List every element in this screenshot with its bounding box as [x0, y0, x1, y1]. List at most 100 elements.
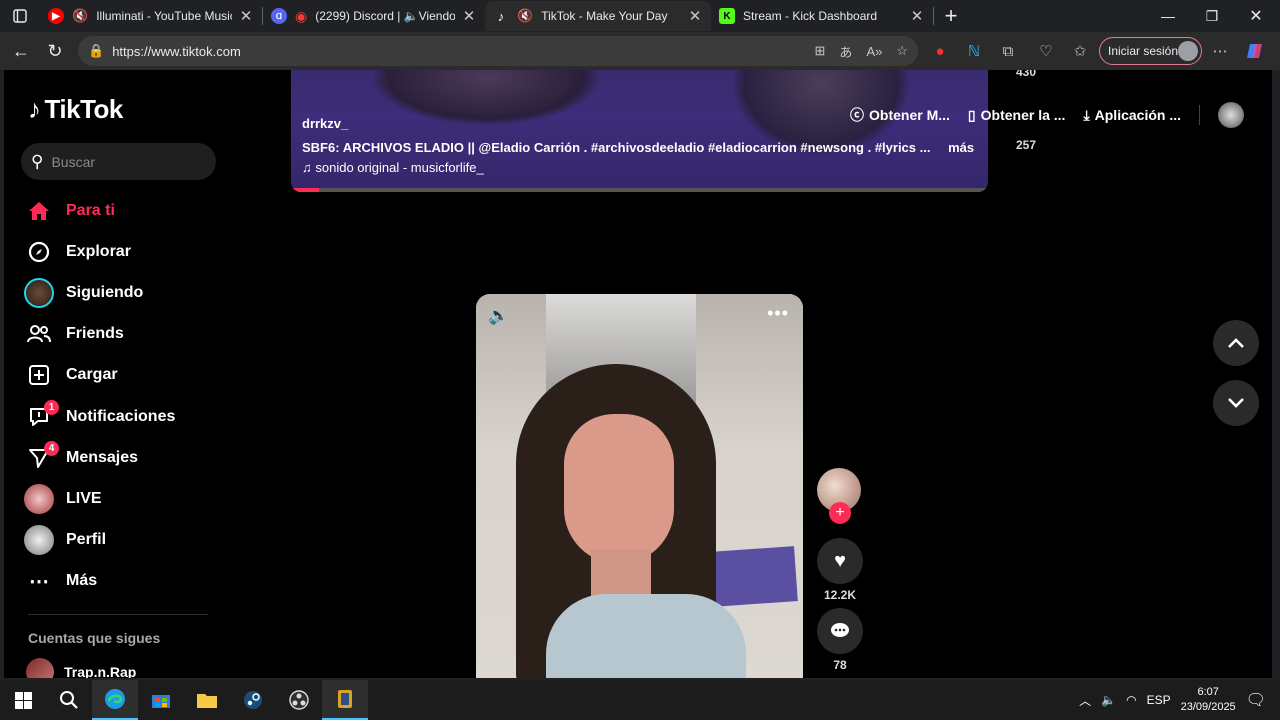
sidebar-item-label: Friends [66, 325, 124, 343]
browser-essentials-icon[interactable]: ♡ [1032, 36, 1060, 66]
language-indicator[interactable]: ESP [1147, 693, 1171, 707]
follow-plus-icon[interactable]: + [829, 502, 851, 524]
search-icon[interactable]: ⚲ [31, 152, 43, 172]
tiktok-logo[interactable]: ♪ TikTok [28, 94, 123, 125]
sidebar-item-siguiendo[interactable]: Siguiendo [24, 272, 224, 313]
divider [1199, 105, 1200, 125]
following-account[interactable]: Trap.n.Rap [26, 658, 136, 678]
muted-audio-icon[interactable]: 🔇 [517, 8, 533, 24]
new-tab-button[interactable]: + [934, 3, 968, 29]
close-tab-icon[interactable]: ✕ [909, 7, 925, 25]
notification-badge: 1 [44, 399, 59, 415]
translate-icon[interactable]: あ [839, 42, 852, 61]
sidebar-item-friends[interactable]: Friends [24, 314, 224, 355]
steam-icon[interactable] [230, 680, 276, 720]
sign-in-button[interactable]: Iniciar sesión [1099, 37, 1202, 65]
get-app-button[interactable]: ▯ Obtener la ... [968, 107, 1066, 124]
share-count: 430 [1015, 70, 1037, 79]
tiktok-note-icon: ♪ [28, 94, 41, 124]
tab-discord[interactable]: ᗡ ◉ (2299) Discord | 🔈Viendo S ✕ [263, 1, 485, 31]
coin-icon: ⓒ [850, 107, 864, 123]
next-video-button[interactable] [1213, 380, 1259, 426]
favorites-icon[interactable]: ✩ [1066, 36, 1094, 66]
tiktok-icon: ♪ [497, 8, 505, 24]
video-sound[interactable]: ♫ sonido original - musicforlife_ [302, 160, 484, 175]
previous-video-button[interactable] [1213, 320, 1259, 366]
user-avatar[interactable] [1218, 102, 1244, 128]
extension-translate-icon[interactable]: ℕ [960, 36, 988, 66]
following-heading: Cuentas que sigues [28, 630, 161, 646]
settings-more-icon[interactable]: ⋯ [1206, 36, 1234, 66]
tab-tiktok[interactable]: ♪ 🔇 TikTok - Make Your Day ✕ [485, 1, 711, 31]
extensions-puzzle-icon[interactable]: ⧉ [994, 36, 1022, 66]
sidebar-item-label: Mensajes [66, 448, 139, 466]
copilot-icon[interactable] [1242, 36, 1270, 66]
download-app-button[interactable]: ⤓ Aplicación ... [1083, 107, 1181, 124]
youtube-music-icon: ▶ [48, 8, 64, 24]
more-icon: ⋯ [29, 570, 49, 593]
sidebar-item-mensajes[interactable]: 4 Mensajes [24, 437, 224, 478]
get-coins-button[interactable]: ⓒ Obtener M... [850, 105, 950, 125]
back-icon[interactable]: ← [4, 34, 38, 68]
close-tab-icon[interactable]: ✕ [461, 7, 477, 25]
creator-avatar[interactable]: + [817, 468, 861, 524]
close-tab-icon[interactable]: ✕ [687, 7, 703, 25]
extension-red-icon[interactable]: ● [926, 36, 954, 66]
logo-text: TikTok [44, 94, 124, 124]
video-caption: SBF6: ARCHIVOS ELADIO || @Eladio Carrión… [302, 140, 931, 155]
read-aloud-icon[interactable]: A» [866, 44, 882, 59]
restore-icon[interactable]: ❐ [1190, 0, 1234, 32]
app-available-icon[interactable]: ⊞ [815, 43, 826, 59]
chevron-up-icon[interactable]: ︿ [1079, 692, 1091, 709]
volume-icon[interactable]: 🔈 [1101, 693, 1116, 707]
search-icon[interactable] [46, 680, 92, 720]
muted-audio-icon[interactable]: 🔇 [72, 8, 88, 24]
video-progress-bar[interactable] [291, 188, 988, 192]
more-options-icon[interactable]: ••• [767, 303, 789, 324]
sidebar-item-para-ti[interactable]: Para ti [24, 190, 224, 231]
volume-icon[interactable]: 🔈 [488, 306, 509, 326]
like-button[interactable]: ♥ [817, 538, 863, 584]
site-info-icon[interactable]: 🔒 [88, 43, 104, 59]
clock[interactable]: 6:07 23/09/2025 [1181, 685, 1236, 715]
close-window-icon[interactable]: ✕ [1234, 0, 1278, 32]
file-explorer-icon[interactable] [184, 680, 230, 720]
reload-icon[interactable]: ↻ [38, 34, 72, 68]
live-icon [24, 483, 54, 514]
notification-center-icon[interactable]: 🗨 [1246, 690, 1266, 710]
start-icon[interactable] [0, 680, 46, 720]
sidebar-item-notificaciones[interactable]: 1 Notificaciones [24, 396, 224, 437]
search-input[interactable]: ⚲ Buscar [21, 143, 216, 180]
store-icon[interactable] [138, 680, 184, 720]
url-text[interactable]: https://www.tiktok.com [112, 44, 241, 59]
video-author[interactable]: drrkzv_ [302, 116, 348, 131]
sidebar-item-explorar[interactable]: Explorar [24, 231, 224, 272]
more-link[interactable]: más [948, 140, 974, 155]
tab-title: TikTok - Make Your Day [541, 9, 668, 23]
sidebar-item-live[interactable]: LIVE [24, 478, 224, 519]
tab-title: (2299) Discord | 🔈Viendo S [315, 9, 455, 23]
sign-in-label: Iniciar sesión [1108, 44, 1179, 58]
sidebar-item-mas[interactable]: ⋯ Más [24, 561, 224, 602]
minimize-icon[interactable]: — [1146, 0, 1190, 32]
tab-kick[interactable]: K Stream - Kick Dashboard ✕ [711, 1, 933, 31]
tab-actions-icon[interactable] [0, 0, 40, 32]
address-bar[interactable]: 🔒 https://www.tiktok.com ⊞ あ A» ☆ [78, 36, 918, 66]
tab-youtube-music[interactable]: ▶ 🔇 Illuminati - YouTube Music ✕ [40, 1, 262, 31]
tab-title: Illuminati - YouTube Music [96, 9, 232, 23]
edge-browser-icon[interactable] [92, 680, 138, 720]
address-bar-actions: ⊞ あ A» ☆ [815, 36, 908, 66]
current-video[interactable]: 🔈 ••• [476, 294, 803, 678]
sidebar-menu: Para ti Explorar Siguiendo Friends Carga… [24, 190, 224, 602]
app-icon[interactable] [322, 680, 368, 720]
sound-name[interactable]: sonido original - musicforlife_ [315, 160, 483, 175]
obs-icon[interactable] [276, 680, 322, 720]
wifi-icon[interactable]: ◠ [1126, 693, 1136, 707]
sidebar-item-perfil[interactable]: Perfil [24, 520, 224, 561]
comment-button[interactable] [817, 608, 863, 654]
clock-time: 6:07 [1197, 686, 1219, 698]
sidebar-item-cargar[interactable]: Cargar [24, 355, 224, 396]
favorite-star-icon[interactable]: ☆ [896, 43, 908, 59]
account-name: Trap.n.Rap [64, 664, 137, 678]
close-tab-icon[interactable]: ✕ [238, 7, 254, 25]
